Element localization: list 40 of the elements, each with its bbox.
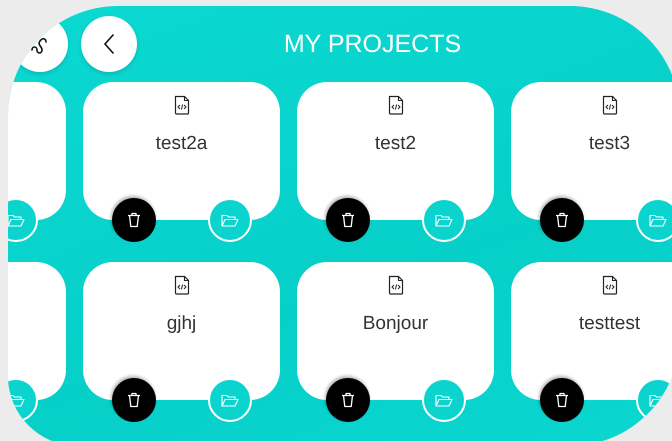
code-file-icon: [602, 95, 618, 115]
project-name: Bonjour: [362, 313, 428, 335]
folder-icon: [435, 394, 453, 406]
project-card[interactable]: test3: [511, 82, 672, 220]
code-file-icon: [174, 275, 190, 295]
trash-icon: [127, 212, 141, 228]
project-card[interactable]: gjhj: [83, 262, 280, 400]
project-card[interactable]: test2a: [83, 82, 280, 220]
project-card[interactable]: test2: [297, 82, 494, 220]
folder-icon: [8, 214, 25, 226]
folder-icon: [649, 214, 667, 226]
delete-button[interactable]: [326, 378, 370, 422]
code-file-icon: [602, 275, 618, 295]
code-file-icon: [388, 95, 404, 115]
project-name: gjhj: [166, 313, 196, 335]
folder-icon: [221, 214, 239, 226]
trash-icon: [555, 392, 569, 408]
page-title: MY PROJECTS: [282, 30, 462, 58]
project-name: test2a: [156, 133, 208, 155]
delete-button[interactable]: [326, 198, 370, 242]
trash-icon: [341, 212, 355, 228]
trash-icon: [555, 212, 569, 228]
project-card[interactable]: testtest: [511, 262, 672, 400]
code-file-icon: [388, 275, 404, 295]
delete-button[interactable]: [540, 378, 584, 422]
delete-button[interactable]: [112, 198, 156, 242]
project-name: test2: [374, 133, 416, 155]
chevron-left-icon: [103, 34, 115, 54]
folder-icon: [221, 394, 239, 406]
trash-icon: [127, 392, 141, 408]
project-name: testtest: [578, 313, 640, 335]
folder-icon: [8, 394, 25, 406]
folder-icon: [435, 214, 453, 226]
trash-icon: [341, 392, 355, 408]
code-file-icon: [174, 95, 190, 115]
back-button[interactable]: [81, 16, 137, 72]
delete-button[interactable]: [112, 378, 156, 422]
delete-button[interactable]: [540, 198, 584, 242]
project-card[interactable]: Bonjour: [297, 262, 494, 400]
project-name: test3: [588, 133, 630, 155]
